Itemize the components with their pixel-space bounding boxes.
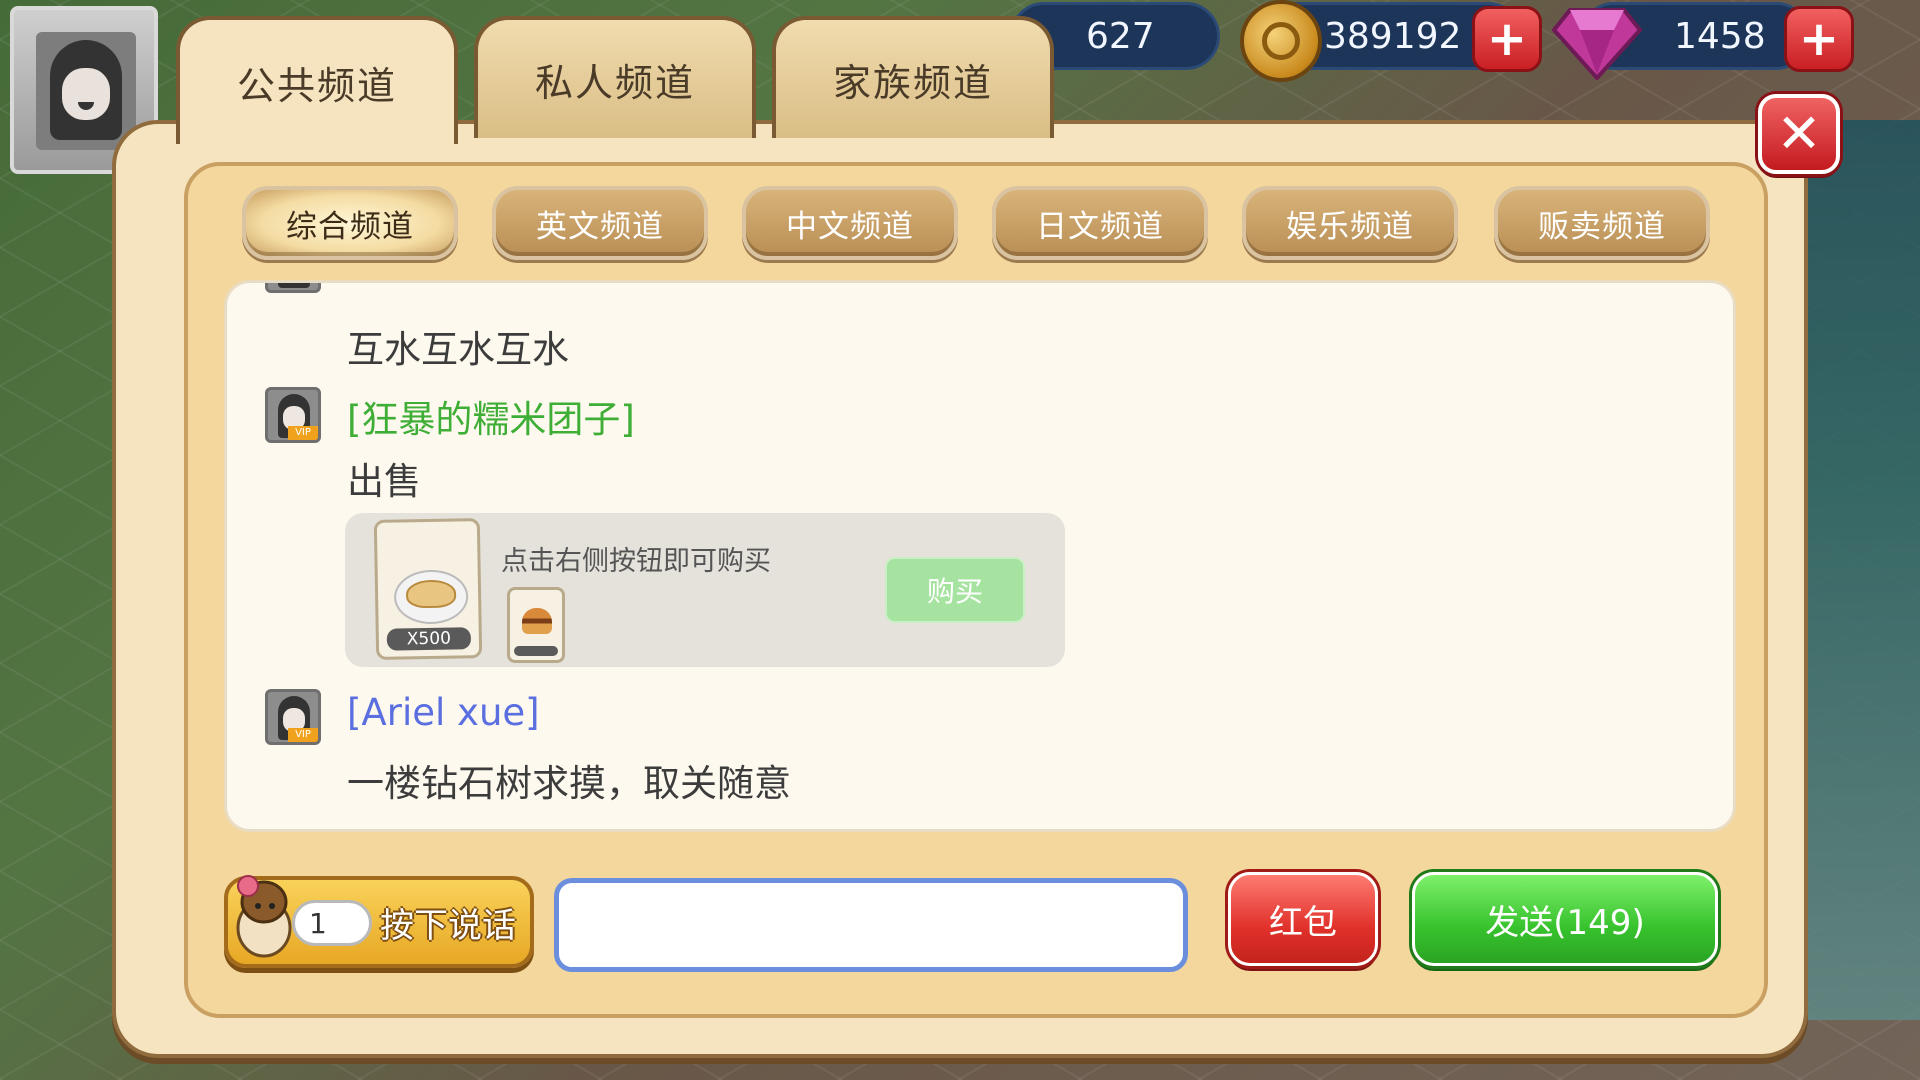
buy-label: 购买 bbox=[926, 575, 983, 608]
voice-count: 1 bbox=[292, 900, 372, 946]
send-label: 发送(149) bbox=[1485, 902, 1645, 943]
sale-card: X500 点击右侧按钮即可购买 购买 bbox=[345, 513, 1065, 667]
add-gems-button[interactable]: + bbox=[1784, 6, 1854, 72]
chat-input[interactable] bbox=[554, 878, 1188, 972]
sale-hint: 点击右侧按钮即可购买 bbox=[501, 546, 771, 577]
plus-icon: + bbox=[1798, 11, 1840, 67]
coins-value: 389192 bbox=[1324, 16, 1462, 57]
energy-value: 627 bbox=[1086, 16, 1155, 57]
close-button[interactable]: ✕ bbox=[1758, 94, 1840, 174]
burger-icon bbox=[522, 608, 552, 634]
sale-item[interactable]: X500 bbox=[373, 518, 483, 660]
close-icon: ✕ bbox=[1776, 102, 1822, 165]
subtab-english[interactable]: 英文频道 bbox=[492, 186, 708, 260]
subtab-label: 中文频道 bbox=[786, 208, 914, 245]
subtab-entertainment[interactable]: 娱乐频道 bbox=[1242, 186, 1458, 260]
subtab-label: 贩卖频道 bbox=[1538, 208, 1666, 245]
avatar-face bbox=[36, 32, 136, 150]
gems-value: 1458 bbox=[1674, 16, 1766, 57]
subtab-japanese[interactable]: 日文频道 bbox=[992, 186, 1208, 260]
tab-public[interactable]: 公共频道 bbox=[176, 16, 458, 144]
add-coins-button[interactable]: + bbox=[1472, 6, 1542, 72]
red-packet-button[interactable]: 红包 bbox=[1228, 872, 1378, 966]
coin-icon bbox=[1240, 0, 1322, 82]
plus-icon: + bbox=[1486, 11, 1528, 67]
subtab-label: 综合频道 bbox=[286, 208, 414, 245]
tab-label: 私人频道 bbox=[534, 60, 695, 105]
mascot-icon bbox=[236, 875, 292, 958]
red-packet-label: 红包 bbox=[1269, 902, 1337, 943]
subtab-label: 日文频道 bbox=[1036, 208, 1164, 245]
subtab-chinese[interactable]: 中文频道 bbox=[742, 186, 958, 260]
subtab-label: 英文频道 bbox=[536, 208, 664, 245]
chat-message-list[interactable]: 互水互水互水 VIP [狂暴的糯米团子] 出售 X500 点击右侧按钮即可购买 … bbox=[224, 280, 1736, 832]
username[interactable]: [狂暴的糯米团子] bbox=[347, 389, 635, 443]
tab-label: 家族频道 bbox=[832, 60, 993, 105]
avatar[interactable]: VIP bbox=[265, 689, 321, 745]
item-quantity: X500 bbox=[386, 627, 472, 651]
tab-private[interactable]: 私人频道 bbox=[474, 16, 756, 138]
message-text: 互水互水互水 bbox=[347, 328, 569, 371]
subtab-label: 娱乐频道 bbox=[1286, 208, 1414, 245]
push-to-talk-button[interactable]: 1 按下说话 bbox=[224, 875, 534, 968]
push-to-talk-label: 按下说话 bbox=[380, 906, 516, 946]
tab-label: 公共频道 bbox=[236, 63, 397, 108]
send-button[interactable]: 发送(149) bbox=[1412, 872, 1718, 966]
gem-icon bbox=[1552, 8, 1642, 80]
vip-badge: VIP bbox=[288, 728, 318, 742]
username[interactable]: [Ariel xue] bbox=[347, 691, 540, 734]
message-text: 出售 bbox=[347, 460, 421, 503]
vip-badge: VIP bbox=[288, 426, 318, 440]
buy-button[interactable]: 购买 bbox=[885, 557, 1025, 623]
avatar[interactable] bbox=[265, 283, 321, 293]
message-text: 一楼钻石树求摸，取关随意 bbox=[347, 762, 791, 805]
subtab-trading[interactable]: 贩卖频道 bbox=[1494, 186, 1710, 260]
tab-family[interactable]: 家族频道 bbox=[772, 16, 1054, 138]
sale-item[interactable] bbox=[507, 587, 565, 663]
subtab-general[interactable]: 综合频道 bbox=[242, 186, 458, 260]
avatar[interactable]: VIP bbox=[265, 387, 321, 443]
